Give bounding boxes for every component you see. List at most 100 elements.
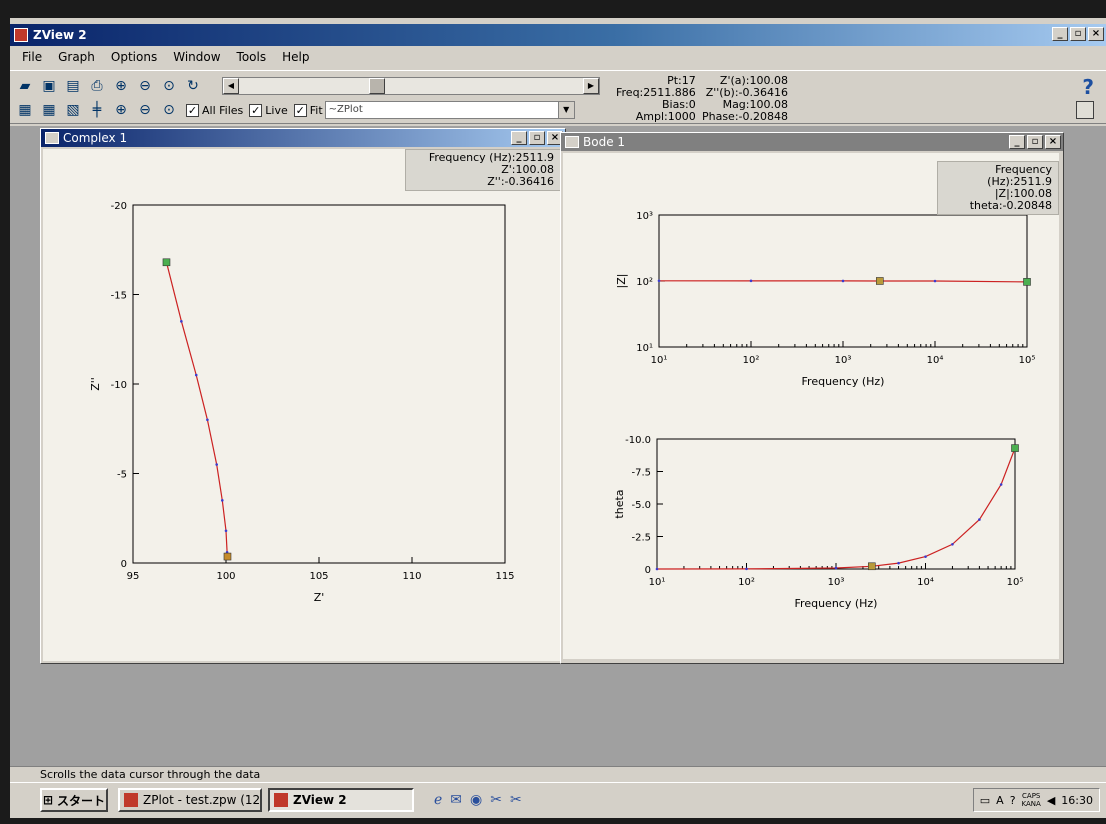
zoom-out-2-icon[interactable]: ⊖ bbox=[134, 99, 156, 121]
volume-icon[interactable]: ◀ bbox=[1047, 794, 1055, 807]
menu-tools[interactable]: Tools bbox=[229, 50, 275, 64]
taskbar-zview[interactable]: ZView 2 bbox=[268, 788, 414, 812]
copy-graph-icon[interactable]: ▦ bbox=[14, 99, 36, 121]
print-icon[interactable]: ⎙ bbox=[86, 75, 108, 97]
graph-window-icon bbox=[45, 132, 59, 144]
complex-window-title: Complex 1 bbox=[63, 131, 128, 145]
data-point bbox=[933, 279, 937, 283]
tool-icon[interactable]: ✂ bbox=[490, 792, 502, 808]
complex-window-title-bar[interactable]: Complex 1 _ ▫ × bbox=[41, 129, 565, 147]
save-all-icon[interactable]: ▤ bbox=[62, 75, 84, 97]
graph-window-icon bbox=[565, 136, 579, 148]
all-files-checkbox[interactable]: ✓ All Files bbox=[186, 103, 243, 117]
end-marker bbox=[1023, 278, 1031, 286]
network-icon[interactable]: ▭ bbox=[980, 794, 990, 807]
start-button[interactable]: ⊞ スタート bbox=[40, 788, 108, 812]
fit-model-select[interactable]: ~ZPlot ▼ bbox=[324, 101, 575, 119]
quick-launch: ℯ ✉ ◉ ✂ ✂ bbox=[434, 792, 522, 808]
fit-label: Fit bbox=[309, 103, 323, 117]
data-point bbox=[745, 567, 748, 571]
bode-window-title-bar[interactable]: Bode 1 _ ▫ × bbox=[561, 133, 1063, 151]
impedance-readout: Z'(a):100.08 Z''(b):-0.36416 Mag:100.08 … bbox=[700, 75, 788, 123]
zoom-in-2-icon[interactable]: ⊕ bbox=[110, 99, 132, 121]
complex-maximize-button[interactable]: ▫ bbox=[529, 131, 545, 145]
bode-maximize-button[interactable]: ▫ bbox=[1027, 135, 1043, 149]
menu-bar: File Graph Options Window Tools Help bbox=[10, 46, 1106, 68]
circuit-icon[interactable]: ╪ bbox=[86, 99, 108, 121]
zoom-in-icon[interactable]: ⊕ bbox=[110, 75, 132, 97]
save-icon[interactable]: ▣ bbox=[38, 75, 60, 97]
clock: 16:30 bbox=[1061, 793, 1093, 807]
zoom-fit-icon[interactable]: ⊙ bbox=[158, 75, 180, 97]
tool2-icon[interactable]: ✂ bbox=[510, 792, 522, 808]
data-point bbox=[999, 483, 1003, 486]
complex-minimize-button[interactable]: _ bbox=[511, 131, 527, 145]
data-point bbox=[224, 529, 228, 533]
complex-plot-window[interactable]: Complex 1 _ ▫ × 95 100 105 110 115 -20 -15 -10 -… bbox=[40, 128, 566, 664]
menu-file[interactable]: File bbox=[14, 50, 50, 64]
data-point bbox=[206, 418, 209, 422]
y-tick-label: 0 bbox=[121, 559, 127, 570]
ime-icon[interactable]: A bbox=[996, 794, 1004, 807]
x-axis-label: Z' bbox=[314, 591, 325, 604]
y-tick-label: -2.5 bbox=[631, 533, 651, 544]
bode-close-button[interactable]: × bbox=[1045, 135, 1061, 149]
mail-icon[interactable]: ✉ bbox=[450, 792, 462, 808]
help-tray-icon[interactable]: ? bbox=[1010, 794, 1016, 807]
fit-checkbox[interactable]: ✓ Fit bbox=[293, 103, 323, 117]
scroll-left-icon[interactable]: ◀ bbox=[223, 78, 239, 94]
x-tick-label: 10² bbox=[743, 355, 760, 366]
maximize-button[interactable]: ▫ bbox=[1070, 27, 1086, 41]
menu-graph[interactable]: Graph bbox=[50, 50, 103, 64]
bode-minimize-button[interactable]: _ bbox=[1009, 135, 1025, 149]
help-icon[interactable]: ? bbox=[1082, 75, 1094, 99]
refresh-icon[interactable]: ↻ bbox=[182, 75, 204, 97]
bode-plot-window[interactable]: Bode 1 _ ▫ × 10¹ 10² 10³ 10⁴ 10⁵ 10³ 10² 10¹ Fre… bbox=[560, 132, 1064, 664]
bode-plot-area[interactable]: 10¹ 10² 10³ 10⁴ 10⁵ 10³ 10² 10¹ Frequency (Hz) |Z… bbox=[563, 153, 1059, 659]
data-cursor-scrollbar[interactable]: ◀ ▶ bbox=[222, 77, 600, 95]
y-tick-label: 10² bbox=[636, 277, 653, 288]
open-folder-icon[interactable]: ▰ bbox=[14, 75, 36, 97]
live-label: Live bbox=[265, 103, 288, 117]
fit-icon[interactable]: ▧ bbox=[62, 99, 84, 121]
menu-options[interactable]: Options bbox=[103, 50, 165, 64]
kana-indicator: KANA bbox=[1021, 800, 1041, 808]
app-title: ZView 2 bbox=[33, 28, 87, 42]
live-checkbox[interactable]: ✓ Live bbox=[249, 103, 288, 117]
y-axis-label: theta bbox=[613, 489, 626, 518]
windows-logo-icon: ⊞ bbox=[42, 793, 54, 807]
nyquist-chart: 95 100 105 110 115 -20 -15 -10 -5 0 Z' Z'' bbox=[89, 201, 515, 604]
taskbar-zplot[interactable]: ZPlot - test.zpw (12... bbox=[118, 788, 262, 812]
bode-info-freq: Frequency (Hz):2511.9 bbox=[987, 163, 1052, 188]
x-axis-label: Frequency (Hz) bbox=[802, 375, 885, 388]
data-point bbox=[834, 566, 838, 570]
start-label: スタート bbox=[57, 793, 106, 808]
context-help-icon[interactable] bbox=[1076, 101, 1094, 119]
zoom-out-icon[interactable]: ⊖ bbox=[134, 75, 156, 97]
app-title-bar[interactable]: ZView 2 _ ▫ × bbox=[10, 24, 1106, 46]
data-point bbox=[657, 279, 661, 283]
chevron-down-icon[interactable]: ▼ bbox=[557, 102, 574, 118]
x-tick-label: 95 bbox=[127, 571, 140, 582]
menu-help[interactable]: Help bbox=[274, 50, 317, 64]
plot-frame bbox=[656, 438, 1016, 570]
menu-window[interactable]: Window bbox=[165, 50, 228, 64]
cursor-marker bbox=[223, 552, 232, 561]
zoom-reset-icon[interactable]: ⊙ bbox=[158, 99, 180, 121]
toolbar: ▰ ▣ ▤ ⎙ ⊕ ⊖ ⊙ ↻ ◀ ▶ ▦ ▦ ▧ ╪ ⊕ ⊖ ⊙ ✓ All F… bbox=[10, 70, 1106, 124]
browser-icon[interactable]: ℯ bbox=[434, 792, 442, 808]
data-point bbox=[180, 320, 183, 323]
x-tick-label: 10¹ bbox=[651, 355, 668, 366]
close-button[interactable]: × bbox=[1088, 27, 1104, 41]
scroll-thumb[interactable] bbox=[369, 78, 385, 94]
minimize-button[interactable]: _ bbox=[1052, 27, 1068, 41]
zview-app-icon bbox=[14, 28, 28, 42]
data-point bbox=[655, 567, 659, 571]
complex-plot-area[interactable]: 95 100 105 110 115 -20 -15 -10 -5 0 Z' Z'' Frequenc… bbox=[43, 149, 561, 661]
table-icon[interactable]: ▦ bbox=[38, 99, 60, 121]
scroll-right-icon[interactable]: ▶ bbox=[583, 78, 599, 94]
zview-app-icon bbox=[274, 793, 288, 807]
caps-indicator: CAPS bbox=[1022, 792, 1041, 800]
media-icon[interactable]: ◉ bbox=[470, 792, 482, 808]
y-tick-label: 10³ bbox=[636, 211, 653, 222]
